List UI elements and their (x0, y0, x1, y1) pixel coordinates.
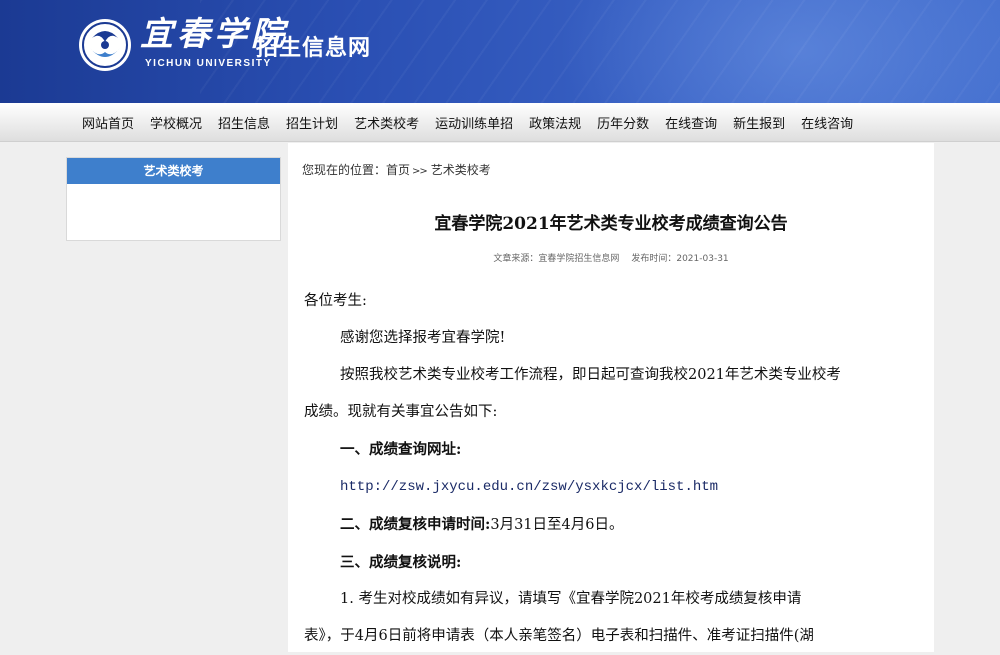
nav-item-home[interactable]: 网站首页 (74, 113, 142, 132)
article-meta: 文章来源：宜春学院招生信息网 发布时间：2021-03-31 (288, 251, 934, 264)
site-name[interactable]: 招生信息网 (256, 30, 371, 62)
nav-item-sports-admission[interactable]: 运动训练单招 (427, 113, 521, 132)
breadcrumb-home-link[interactable]: 首页 (386, 163, 410, 177)
breadcrumb: 您现在的位置：首页 >> 艺术类校考 (302, 161, 491, 178)
paragraph-thanks: 感谢您选择报考宜春学院! (340, 330, 506, 346)
query-url-line: http://zsw.jxycu.edu.cn/zsw/ysxkcjcx/lis… (304, 468, 930, 506)
nav-item-past-scores[interactable]: 历年分数 (589, 113, 657, 132)
review-note-line1: 1. 考生对校成绩如有异议，请填写《宜春学院2021年校考成绩复核申请 (340, 591, 802, 607)
logo-english-name: YICHUN UNIVERSITY (145, 58, 272, 69)
nav-item-policy[interactable]: 政策法规 (521, 113, 589, 132)
sidebar: 艺术类校考 (66, 157, 281, 241)
nav-item-online-consult[interactable]: 在线咨询 (793, 113, 861, 132)
breadcrumb-separator: >> (412, 166, 428, 177)
review-note-line2: 表》，于4月6日前将申请表（本人亲笔签名）电子表和扫描件、准考证扫描件(湖 (304, 628, 814, 644)
paragraph-intro-line2: 成绩。现就有关事宜公告如下: (304, 404, 498, 420)
section-heading-review-time: 二、成绩复核申请时间: (340, 516, 491, 533)
review-time-value: 3月31日至4月6日。 (490, 517, 624, 533)
main-nav: 网站首页 学校概况 招生信息 招生计划 艺术类校考 运动训练单招 政策法规 历年… (0, 103, 1000, 142)
nav-item-admission-info[interactable]: 招生信息 (210, 113, 278, 132)
nav-item-new-students[interactable]: 新生报到 (725, 113, 793, 132)
breadcrumb-prefix: 您现在的位置： (302, 163, 387, 177)
nav-item-art-exam[interactable]: 艺术类校考 (346, 113, 427, 132)
breadcrumb-current-link[interactable]: 艺术类校考 (431, 163, 491, 177)
article-title: 宜春学院2021年艺术类专业校考成绩查询公告 (434, 214, 788, 234)
article-panel: 您现在的位置：首页 >> 艺术类校考 宜春学院2021年艺术类专业校考成绩查询公告 … (288, 143, 934, 652)
section-heading-review-notes: 三、成绩复核说明: (340, 554, 462, 571)
article-body: 各位考生: 感谢您选择报考宜春学院! 按照我校艺术类专业校考工作流程，即日起可查… (304, 283, 930, 655)
sidebar-title[interactable]: 艺术类校考 (67, 158, 280, 184)
header-banner: 宜春学院 YICHUN UNIVERSITY 招生信息网 (0, 0, 1000, 103)
nav-item-about[interactable]: 学校概况 (142, 113, 210, 132)
query-url-link[interactable]: http://zsw.jxycu.edu.cn/zsw/ysxkcjcx/lis… (340, 479, 718, 495)
article-source: 文章来源：宜春学院招生信息网 (493, 254, 620, 264)
article-date: 发布时间：2021-03-31 (631, 254, 729, 264)
salutation: 各位考生: (304, 293, 367, 309)
nav-item-online-query[interactable]: 在线查询 (657, 113, 725, 132)
nav-item-admission-plan[interactable]: 招生计划 (278, 113, 346, 132)
review-time-line: 二、成绩复核申请时间:3月31日至4月6日。 (304, 506, 930, 544)
paragraph-intro-line1: 按照我校艺术类专业校考工作流程，即日起可查询我校2021年艺术类专业校考 (340, 367, 841, 383)
section-heading-query-url: 一、成绩查询网址: (340, 441, 462, 458)
university-emblem-icon (79, 19, 131, 71)
